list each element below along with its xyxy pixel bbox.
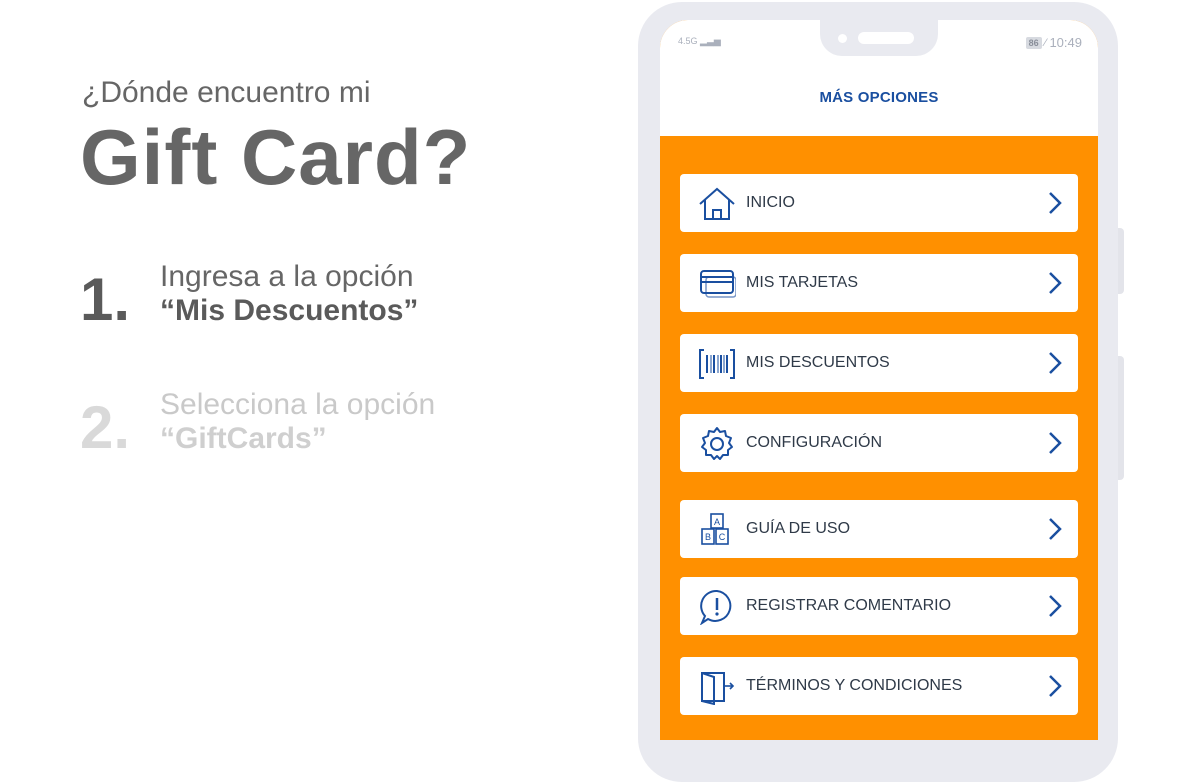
page-title: MÁS OPCIONES (819, 89, 939, 106)
speaker-pill (858, 32, 914, 44)
network-label: 4.5G (678, 36, 698, 46)
chevron-right-icon (1049, 192, 1062, 214)
chevron-right-icon (1049, 272, 1062, 294)
menu-item-label: GUÍA DE USO (746, 520, 851, 537)
menu-item-label: MIS DESCUENTOS (746, 354, 890, 371)
menu-item-label: REGISTRAR COMENTARIO (746, 597, 952, 614)
menu-item-label: INICIO (746, 194, 795, 211)
chevron-right-icon (1049, 432, 1062, 454)
step-number: 1. (80, 266, 131, 333)
battery-icon: 86 (1025, 36, 1042, 49)
status-right: 86 ⁄ 10:49 (1025, 35, 1082, 50)
credit-card-icon (700, 270, 736, 298)
menu-item-terminos-y-condiciones[interactable]: TÉRMINOS Y CONDICIONES (680, 657, 1078, 715)
abc-blocks-icon: A B C (701, 513, 729, 545)
step-number: 2. (80, 394, 131, 461)
chevron-right-icon (1049, 675, 1062, 697)
barcode-icon (699, 349, 735, 379)
svg-text:A: A (714, 517, 720, 527)
menu-item-label: TÉRMINOS Y CONDICIONES (746, 677, 963, 694)
menu-item-label: MIS TARJETAS (746, 274, 859, 291)
gear-icon (701, 427, 733, 460)
step-option-name: “Mis Descuentos” (160, 294, 419, 327)
chevron-right-icon (1049, 595, 1062, 617)
svg-text:B: B (705, 532, 711, 542)
menu-item-registrar-comentario[interactable]: REGISTRAR COMENTARIO (680, 577, 1078, 635)
clock-time: 10:49 (1049, 35, 1082, 50)
comment-alert-icon (700, 589, 732, 625)
app-header: 4.5G ▂▃▅ 86 ⁄ 10:49 MÁS OPCIONES (660, 20, 1098, 136)
menu-item-inicio[interactable]: INICIO (680, 174, 1078, 232)
home-icon (699, 187, 735, 220)
menu-item-label: CONFIGURACIÓN (746, 434, 882, 451)
chevron-right-icon (1049, 352, 1062, 374)
phone-notch (820, 20, 938, 56)
menu-item-mis-descuentos[interactable]: MIS DESCUENTOS (680, 334, 1078, 392)
leaf-icon: ⁄ (1044, 36, 1047, 49)
phone-side-button (1118, 356, 1124, 480)
signal-status: 4.5G ▂▃▅ (678, 36, 721, 47)
svg-text:C: C (719, 532, 726, 542)
step-option-name: “GiftCards” (160, 422, 327, 455)
menu-item-guia-de-uso[interactable]: A B C GUÍA DE USO (680, 500, 1078, 558)
exit-door-icon (701, 672, 735, 705)
intro-title: Gift Card? (80, 113, 472, 201)
phone-side-button (1118, 228, 1124, 294)
intro-question: ¿Dónde encuentro mi (82, 76, 371, 109)
menu-item-mis-tarjetas[interactable]: MIS TARJETAS (680, 254, 1078, 312)
menu-item-configuracion[interactable]: CONFIGURACIÓN (680, 414, 1078, 472)
chevron-right-icon (1049, 518, 1062, 540)
signal-bars-icon: ▂▃▅ (700, 36, 721, 46)
step-instruction: Ingresa a la opción (160, 260, 414, 293)
phone-screen: 4.5G ▂▃▅ 86 ⁄ 10:49 MÁS OPCIONES INICIO … (660, 20, 1098, 740)
step-instruction: Selecciona la opción (160, 388, 436, 421)
camera-dot (838, 34, 847, 43)
